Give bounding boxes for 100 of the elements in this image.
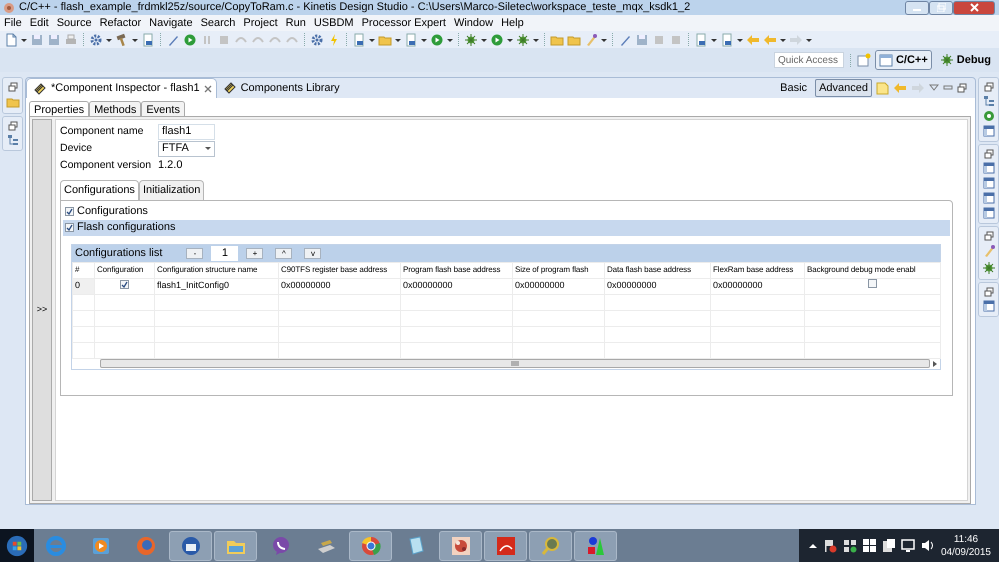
expand-button[interactable]: >> — [32, 119, 52, 501]
menu-item[interactable]: Processor Expert — [358, 14, 450, 32]
panel-icon[interactable] — [982, 177, 994, 189]
maximize-button[interactable] — [929, 0, 953, 14]
perspective-button[interactable]: Debug — [936, 50, 995, 70]
code-window-icon — [878, 54, 893, 66]
mode-button[interactable]: Advanced — [815, 78, 872, 98]
table-cell: 0x00000000 — [512, 278, 604, 294]
device-dropdown[interactable]: FTFA — [158, 140, 215, 156]
taskbar-button[interactable] — [214, 530, 257, 560]
open-perspective-icon[interactable] — [856, 53, 871, 67]
table-cell: 0 — [72, 278, 94, 294]
mode-button[interactable]: Basic — [776, 78, 812, 98]
magnifier-icon — [540, 534, 562, 556]
panel-icon[interactable] — [982, 125, 994, 137]
restore-icon[interactable] — [8, 121, 18, 131]
column-header: Data flash base address — [604, 262, 710, 278]
taskbar-button[interactable] — [484, 530, 527, 560]
panel-icon[interactable] — [982, 162, 994, 174]
windows-icon[interactable] — [862, 539, 876, 552]
minimize-icon[interactable] — [943, 84, 953, 92]
speaker-icon[interactable] — [920, 539, 935, 552]
inspector-tab[interactable]: Properties — [29, 101, 90, 116]
list-button[interactable]: - — [186, 248, 204, 258]
restore-icon[interactable] — [8, 82, 18, 92]
network-icon[interactable] — [842, 538, 857, 552]
checkbox[interactable] — [120, 280, 129, 290]
restore-icon[interactable] — [984, 82, 994, 92]
flag-icon[interactable] — [822, 538, 837, 552]
editor-tab[interactable]: *Component Inspector - flash1 — [26, 78, 217, 98]
field-label: Component version — [60, 158, 152, 173]
target-icon[interactable] — [982, 110, 994, 122]
taskbar-button[interactable] — [169, 530, 212, 560]
bug-icon[interactable] — [516, 32, 530, 46]
close-button[interactable] — [953, 0, 995, 14]
field-label: Device — [60, 140, 94, 156]
check-icon — [66, 224, 73, 231]
list-button[interactable]: v — [304, 248, 322, 258]
inspector-tab[interactable]: Methods — [89, 101, 142, 116]
clipboard-icon[interactable] — [882, 538, 895, 552]
taskbar-button[interactable] — [574, 530, 617, 560]
group-tab[interactable]: Configurations — [60, 180, 139, 200]
restore-icon[interactable] — [984, 231, 994, 241]
caret-up-icon[interactable] — [808, 542, 817, 548]
restore-icon[interactable] — [957, 83, 967, 93]
quick-access-field[interactable]: Quick Access — [774, 52, 844, 68]
group-tab[interactable]: Initialization — [138, 180, 204, 200]
field-label: Component name — [60, 124, 144, 139]
bug-icon[interactable] — [464, 32, 478, 46]
table-cell: flash1_InitConfig0 — [154, 278, 278, 294]
menu-item[interactable]: File — [0, 14, 26, 32]
list-button[interactable]: + — [246, 248, 264, 258]
text-field[interactable]: flash1 — [158, 124, 215, 140]
gear-icon[interactable] — [89, 32, 103, 46]
gear-icon[interactable] — [310, 32, 324, 46]
scrollbar-thumb[interactable] — [100, 359, 930, 368]
checkbox[interactable] — [868, 279, 877, 288]
check-icon — [121, 281, 128, 288]
check-icon — [66, 208, 73, 215]
perspective-button[interactable]: C/C++ — [874, 50, 932, 70]
minimize-button[interactable] — [905, 0, 929, 14]
window-title: C/C++ - flash_example_frdmkl25z/source/CopyToRam.c - Kinetis Design Studio - C:\Users\Marco-Siletec\workspace_teste_mqx_ksdk1_2 — [19, 0, 690, 16]
menu-item[interactable]: Run — [282, 14, 310, 32]
panel-icon[interactable] — [982, 300, 994, 312]
menu-item[interactable]: Project — [239, 14, 282, 32]
taskbar-button[interactable] — [529, 530, 572, 560]
bug-icon[interactable] — [982, 261, 996, 275]
menu-item[interactable]: USBDM — [310, 14, 358, 32]
restore-icon[interactable] — [984, 287, 994, 297]
outline-icon[interactable] — [982, 95, 994, 107]
menu-item[interactable]: Refactor — [96, 14, 146, 32]
play-icon[interactable] — [183, 32, 197, 46]
taskbar-button[interactable] — [439, 530, 482, 560]
menu-item[interactable]: Help — [497, 14, 528, 32]
panel-icon[interactable] — [982, 207, 994, 219]
checkbox[interactable] — [65, 223, 74, 232]
menu-item[interactable]: Navigate — [145, 14, 197, 32]
menu-item[interactable]: Source — [52, 14, 96, 32]
taskbar-button[interactable] — [349, 530, 392, 560]
menu-item[interactable]: Window — [450, 14, 498, 32]
file-icon[interactable] — [4, 32, 18, 46]
menu-item[interactable]: Edit — [26, 14, 53, 32]
brush-icon[interactable] — [584, 32, 598, 46]
table-cell: 0x00000000 — [400, 278, 512, 294]
list-button[interactable]: ^ — [275, 248, 292, 258]
view-menu-icon[interactable] — [929, 84, 939, 92]
count-field[interactable]: 1 — [211, 246, 238, 260]
restore-icon[interactable] — [984, 149, 994, 159]
outline-icon[interactable] — [6, 134, 18, 146]
close-icon — [970, 3, 978, 12]
panel-icon[interactable] — [982, 192, 994, 204]
checkbox[interactable] — [65, 207, 74, 216]
menu-item[interactable]: Search — [196, 14, 240, 32]
monitor-icon[interactable] — [900, 539, 915, 552]
start-button[interactable] — [0, 529, 34, 562]
close-icon[interactable] — [204, 84, 212, 92]
chip-icon — [33, 82, 47, 96]
inspector-tab[interactable]: Events — [141, 101, 185, 116]
restore-icon — [936, 3, 946, 12]
editor-tab[interactable]: Components Library — [216, 78, 346, 98]
